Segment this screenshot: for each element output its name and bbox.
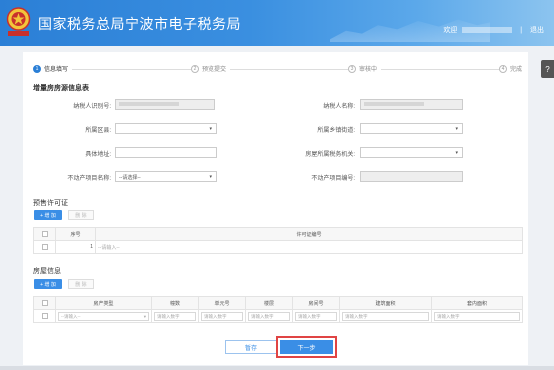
tax-authority-select[interactable]: ▾ xyxy=(360,147,463,158)
form-section-title: 增量房房源信息表 xyxy=(33,85,89,92)
taxpayer-id-field xyxy=(115,99,215,110)
town-label: 所属乡镇街道: xyxy=(317,128,355,134)
row-index: 1 xyxy=(55,240,96,254)
table-row: 1 --请输入-- xyxy=(33,240,523,254)
tax-authority-label: 房屋所属税务机关: xyxy=(305,152,355,158)
address-input[interactable] xyxy=(115,147,217,158)
step-1-label: 信息填写 xyxy=(44,67,69,73)
house-col-building: 幢数 xyxy=(151,296,199,310)
row-select[interactable] xyxy=(33,240,56,254)
user-name xyxy=(462,27,513,34)
project-name-value: --请选择-- xyxy=(119,175,141,181)
town-select[interactable]: ▾ xyxy=(360,123,463,134)
site-title: 国家税务总局宁波市电子税务局 xyxy=(38,16,241,32)
permit-col-number: 许可证编号 xyxy=(95,227,523,241)
project-name-label: 不动产项目名称: xyxy=(67,176,111,182)
checkbox-icon[interactable] xyxy=(41,243,48,250)
step-2-number: 2 xyxy=(191,64,199,73)
step-3: 3 审核中 xyxy=(348,64,382,73)
header-user-area: 欢迎 | 退出 xyxy=(443,25,544,35)
welcome-text: 欢迎 xyxy=(443,27,458,34)
project-no-field xyxy=(360,171,463,182)
house-delete-button[interactable]: 删 除 xyxy=(68,279,94,289)
taxpayer-name-label: 纳税人名称: xyxy=(323,104,355,110)
permit-section-title: 预售许可证 xyxy=(33,200,68,207)
step-4: 4 完成 xyxy=(499,64,527,73)
house-table: 房产类型 幢数 单元号 楼层 房间号 建筑面积 套内面积 --请输入-- ▾ 请输… xyxy=(33,296,523,323)
step-2-label: 预览提交 xyxy=(202,67,227,73)
house-table-header: 房产类型 幢数 单元号 楼层 房间号 建筑面积 套内面积 xyxy=(33,296,523,310)
taxpayer-name-field xyxy=(360,99,463,110)
checkbox-icon[interactable] xyxy=(41,299,48,306)
step-3-label: 审核中 xyxy=(359,67,378,73)
save-draft-button[interactable]: 暂存 xyxy=(225,340,277,354)
house-type-select[interactable]: --请输入-- ▾ xyxy=(58,311,149,321)
step-2: 2 预览提交 xyxy=(191,64,231,73)
district-label: 所属区县: xyxy=(85,128,111,134)
district-select[interactable]: ▾ xyxy=(115,123,217,134)
address-label: 具体地址: xyxy=(85,152,111,158)
main-panel: 1 信息填写 2 预览提交 3 审核中 4 完成 增量房房源信息表 纳税人识别号… xyxy=(23,52,528,365)
step-1: 1 信息填写 xyxy=(33,64,73,73)
step-4-number: 4 xyxy=(499,64,507,73)
house-col-unit: 单元号 xyxy=(198,296,246,310)
house-col-type: 房产类型 xyxy=(55,296,152,310)
permit-table: 序号 许可证编号 1 --请输入-- xyxy=(33,227,523,254)
permit-delete-button[interactable]: 删 除 xyxy=(68,210,94,220)
next-step-button[interactable]: 下一步 xyxy=(280,340,333,354)
page-footer-bar xyxy=(0,366,554,370)
permit-add-button[interactable]: + 增 加 xyxy=(34,210,62,220)
area-input[interactable]: 请输入数字 xyxy=(342,311,429,321)
checkbox-icon[interactable] xyxy=(41,312,48,319)
floor-input[interactable]: 请输入数字 xyxy=(248,311,290,321)
house-add-button[interactable]: + 增 加 xyxy=(34,279,62,289)
project-name-select[interactable]: --请选择-- ▾ xyxy=(115,171,217,182)
header-separator: | xyxy=(520,27,523,34)
next-step-highlight: 下一步 xyxy=(276,336,337,358)
help-icon[interactable]: ? xyxy=(541,60,554,78)
building-input[interactable]: 请输入数字 xyxy=(154,311,196,321)
house-col-floor: 楼层 xyxy=(245,296,293,310)
tax-emblem-logo xyxy=(6,7,31,36)
permit-table-header: 序号 许可证编号 xyxy=(33,227,523,241)
house-section-title: 房屋信息 xyxy=(33,268,61,275)
permit-col-index: 序号 xyxy=(55,227,96,241)
house-col-area: 建筑面积 xyxy=(339,296,432,310)
house-col-room: 房间号 xyxy=(292,296,340,310)
step-4-label: 完成 xyxy=(510,67,523,73)
project-no-label: 不动产项目编号: xyxy=(311,176,355,182)
house-col-inner-area: 套内面积 xyxy=(431,296,523,310)
step-3-number: 3 xyxy=(348,64,356,73)
permit-number-input[interactable]: --请输入-- xyxy=(95,240,523,254)
taxpayer-id-label: 纳税人识别号: xyxy=(73,104,111,110)
inner-area-input[interactable]: 请输入数字 xyxy=(434,311,520,321)
site-header: 国家税务总局宁波市电子税务局 欢迎 | 退出 xyxy=(0,0,554,46)
room-input[interactable]: 请输入数字 xyxy=(295,311,337,321)
logout-link[interactable]: 退出 xyxy=(530,27,544,34)
permit-select-all[interactable] xyxy=(33,227,56,241)
progress-steps: 1 信息填写 2 预览提交 3 审核中 4 完成 xyxy=(33,64,527,76)
table-row: --请输入-- ▾ 请输入数字 请输入数字 请输入数字 请输入数字 请输入数字 请… xyxy=(33,309,523,323)
steps-line xyxy=(53,69,523,70)
checkbox-icon[interactable] xyxy=(41,230,48,237)
unit-input[interactable]: 请输入数字 xyxy=(201,311,243,321)
step-1-number: 1 xyxy=(33,64,41,73)
house-select-all[interactable] xyxy=(33,296,56,310)
row-select[interactable] xyxy=(33,309,56,323)
